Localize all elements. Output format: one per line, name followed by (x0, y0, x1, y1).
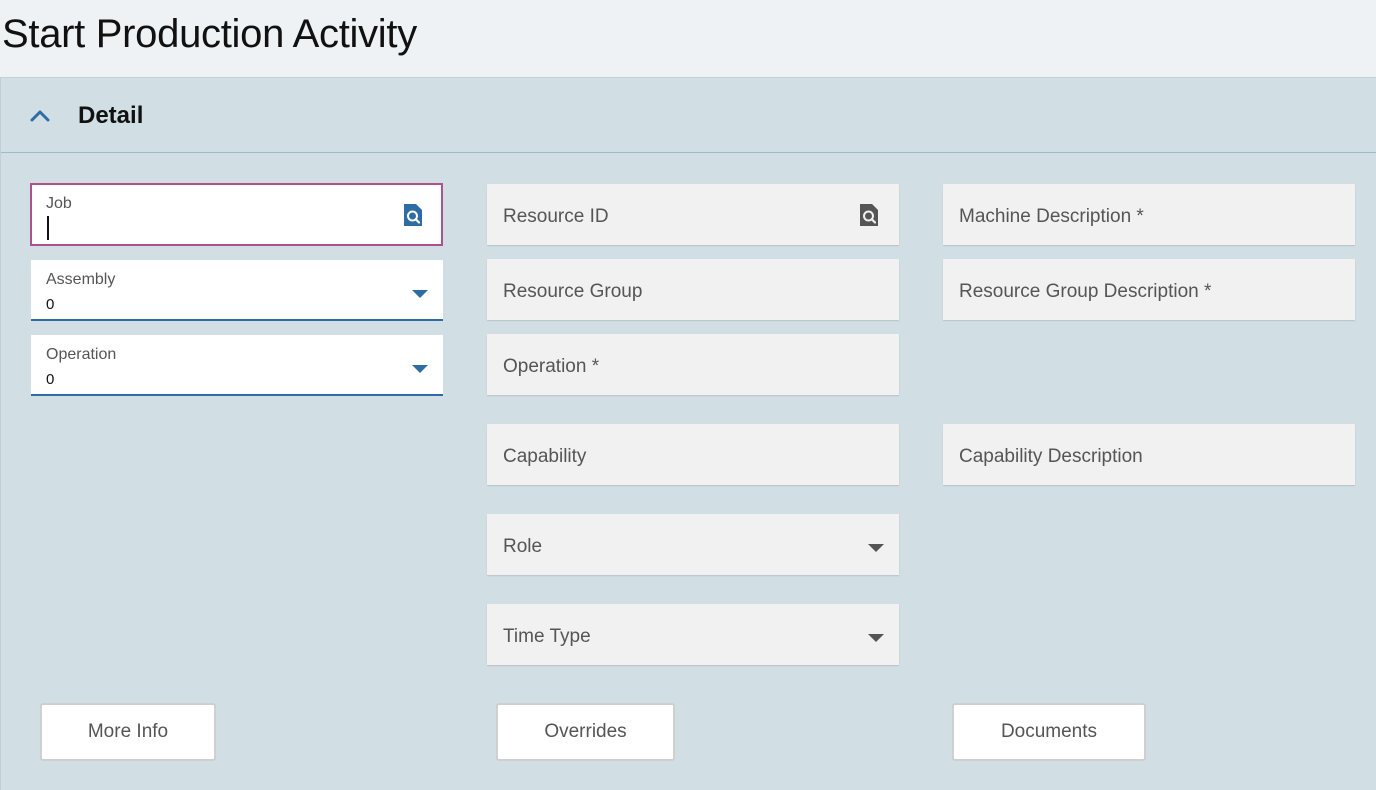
capability-description-field[interactable]: Capability Description (943, 424, 1355, 485)
dropdown-arrow-icon[interactable] (868, 634, 884, 642)
more-info-button[interactable]: More Info (40, 703, 216, 761)
capability-description-label: Capability Description (959, 446, 1143, 467)
resource-id-field[interactable]: Resource ID (487, 184, 899, 245)
overrides-button[interactable]: Overrides (496, 703, 675, 761)
detail-panel: Detail Job Assembly 0 Operation 0 Resour… (0, 77, 1376, 790)
job-field[interactable]: Job (30, 183, 443, 246)
assembly-field[interactable]: Assembly 0 (31, 260, 443, 321)
resource-group-label: Resource Group (503, 281, 643, 302)
role-label: Role (503, 536, 543, 557)
dropdown-arrow-icon[interactable] (868, 544, 884, 552)
operation-required-label: Operation * (503, 356, 600, 377)
resource-group-field[interactable]: Resource Group (487, 259, 899, 320)
dropdown-arrow-icon[interactable] (412, 290, 428, 298)
search-document-icon[interactable] (402, 203, 424, 227)
search-document-icon[interactable] (858, 203, 880, 227)
section-title: Detail (78, 102, 144, 129)
documents-button[interactable]: Documents (952, 703, 1146, 761)
detail-section-header[interactable]: Detail (1, 78, 1376, 153)
role-dropdown[interactable]: Role (487, 514, 899, 575)
operation-label: Operation (46, 346, 117, 363)
time-type-dropdown[interactable]: Time Type (487, 604, 899, 665)
time-type-label: Time Type (503, 626, 591, 647)
resource-group-description-field[interactable]: Resource Group Description * (943, 259, 1355, 320)
assembly-value: 0 (46, 296, 55, 313)
machine-description-field[interactable]: Machine Description * (943, 184, 1355, 245)
resource-group-description-label: Resource Group Description * (959, 281, 1212, 302)
dropdown-arrow-icon[interactable] (412, 365, 428, 373)
assembly-label: Assembly (46, 271, 116, 288)
capability-label: Capability (503, 446, 587, 467)
text-caret (47, 216, 49, 240)
operation-field[interactable]: Operation 0 (31, 335, 443, 396)
capability-field[interactable]: Capability (487, 424, 899, 485)
page-header: Start Production Activity (0, 0, 1376, 77)
page-title: Start Production Activity (2, 12, 417, 56)
operation-value: 0 (46, 371, 55, 388)
resource-id-label: Resource ID (503, 206, 609, 227)
chevron-up-icon[interactable] (27, 102, 55, 130)
machine-description-label: Machine Description * (959, 206, 1144, 227)
job-label: Job (46, 195, 72, 212)
operation-required-field[interactable]: Operation * (487, 334, 899, 395)
